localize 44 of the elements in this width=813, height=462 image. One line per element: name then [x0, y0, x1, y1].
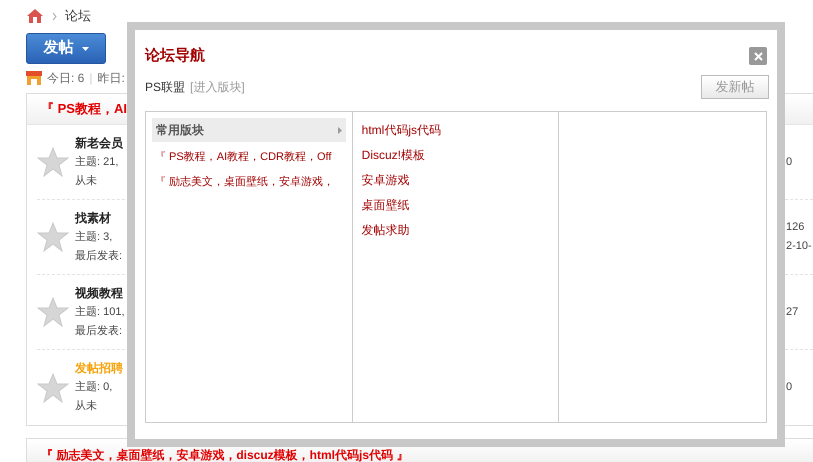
forum-title[interactable]: 找素材 [75, 208, 111, 228]
forum-stat: 0 [786, 380, 792, 395]
close-button[interactable] [749, 47, 767, 65]
forum-info: 主题: 101, [75, 304, 125, 320]
star-icon [37, 297, 69, 327]
star-icon [37, 372, 69, 402]
post-button[interactable]: 发帖 [26, 33, 106, 64]
forum-info: 从未 [75, 399, 97, 414]
shop-icon [26, 71, 42, 85]
caret-icon [82, 46, 88, 50]
forum-info: 主题: 0, [75, 380, 112, 395]
chevron-icon [52, 12, 57, 20]
close-icon [754, 52, 762, 60]
forum-link[interactable]: html代码js代码 [358, 118, 552, 143]
stat-text: 昨日: [97, 70, 125, 87]
forum-link[interactable]: 安卓游戏 [358, 168, 552, 193]
home-icon[interactable] [26, 8, 44, 24]
forum-stat: 2-10- [786, 239, 812, 254]
forum-info: 最后发表: [75, 248, 122, 264]
forum-name: PS联盟 [145, 79, 186, 96]
forum-stat: 0 [786, 154, 792, 170]
group-title[interactable]: 『 励志美文，桌面壁纸，安卓游戏，discuz模板，html代码js代码 』 [41, 448, 408, 462]
forum-info: 从未 [75, 174, 97, 188]
forum-link[interactable]: 『 励志美文，桌面壁纸，安卓游戏， [152, 170, 346, 195]
forum-info: 主题: 3, [75, 230, 112, 244]
forum-link[interactable]: Discuz!模板 [358, 143, 552, 168]
forum-link[interactable]: 『 PS教程，AI教程，CDR教程，Off [152, 145, 346, 170]
forum-stat: 126 [786, 220, 804, 235]
forum-link[interactable]: 桌面壁纸 [358, 193, 552, 218]
category-header[interactable]: 常用版块 [152, 118, 346, 142]
group-title[interactable]: 『 PS教程，AI [41, 99, 127, 119]
forum-title[interactable]: 新老会员 [75, 134, 123, 152]
forum-link[interactable]: 发帖求助 [358, 218, 552, 243]
forum-title[interactable]: 视频教程 [75, 284, 123, 302]
forum-stat: 27 [786, 304, 798, 320]
stat-text: 今日: 6 [47, 70, 84, 87]
arrow-icon [338, 126, 342, 134]
star-icon [37, 222, 69, 252]
breadcrumb-link[interactable]: 论坛 [65, 6, 91, 26]
forum-info: 最后发表: [75, 324, 122, 338]
modal-title: 论坛导航 [145, 46, 205, 66]
forum-info: 主题: 21, [75, 154, 118, 170]
star-icon [37, 147, 69, 177]
divider-text: | [89, 70, 92, 87]
